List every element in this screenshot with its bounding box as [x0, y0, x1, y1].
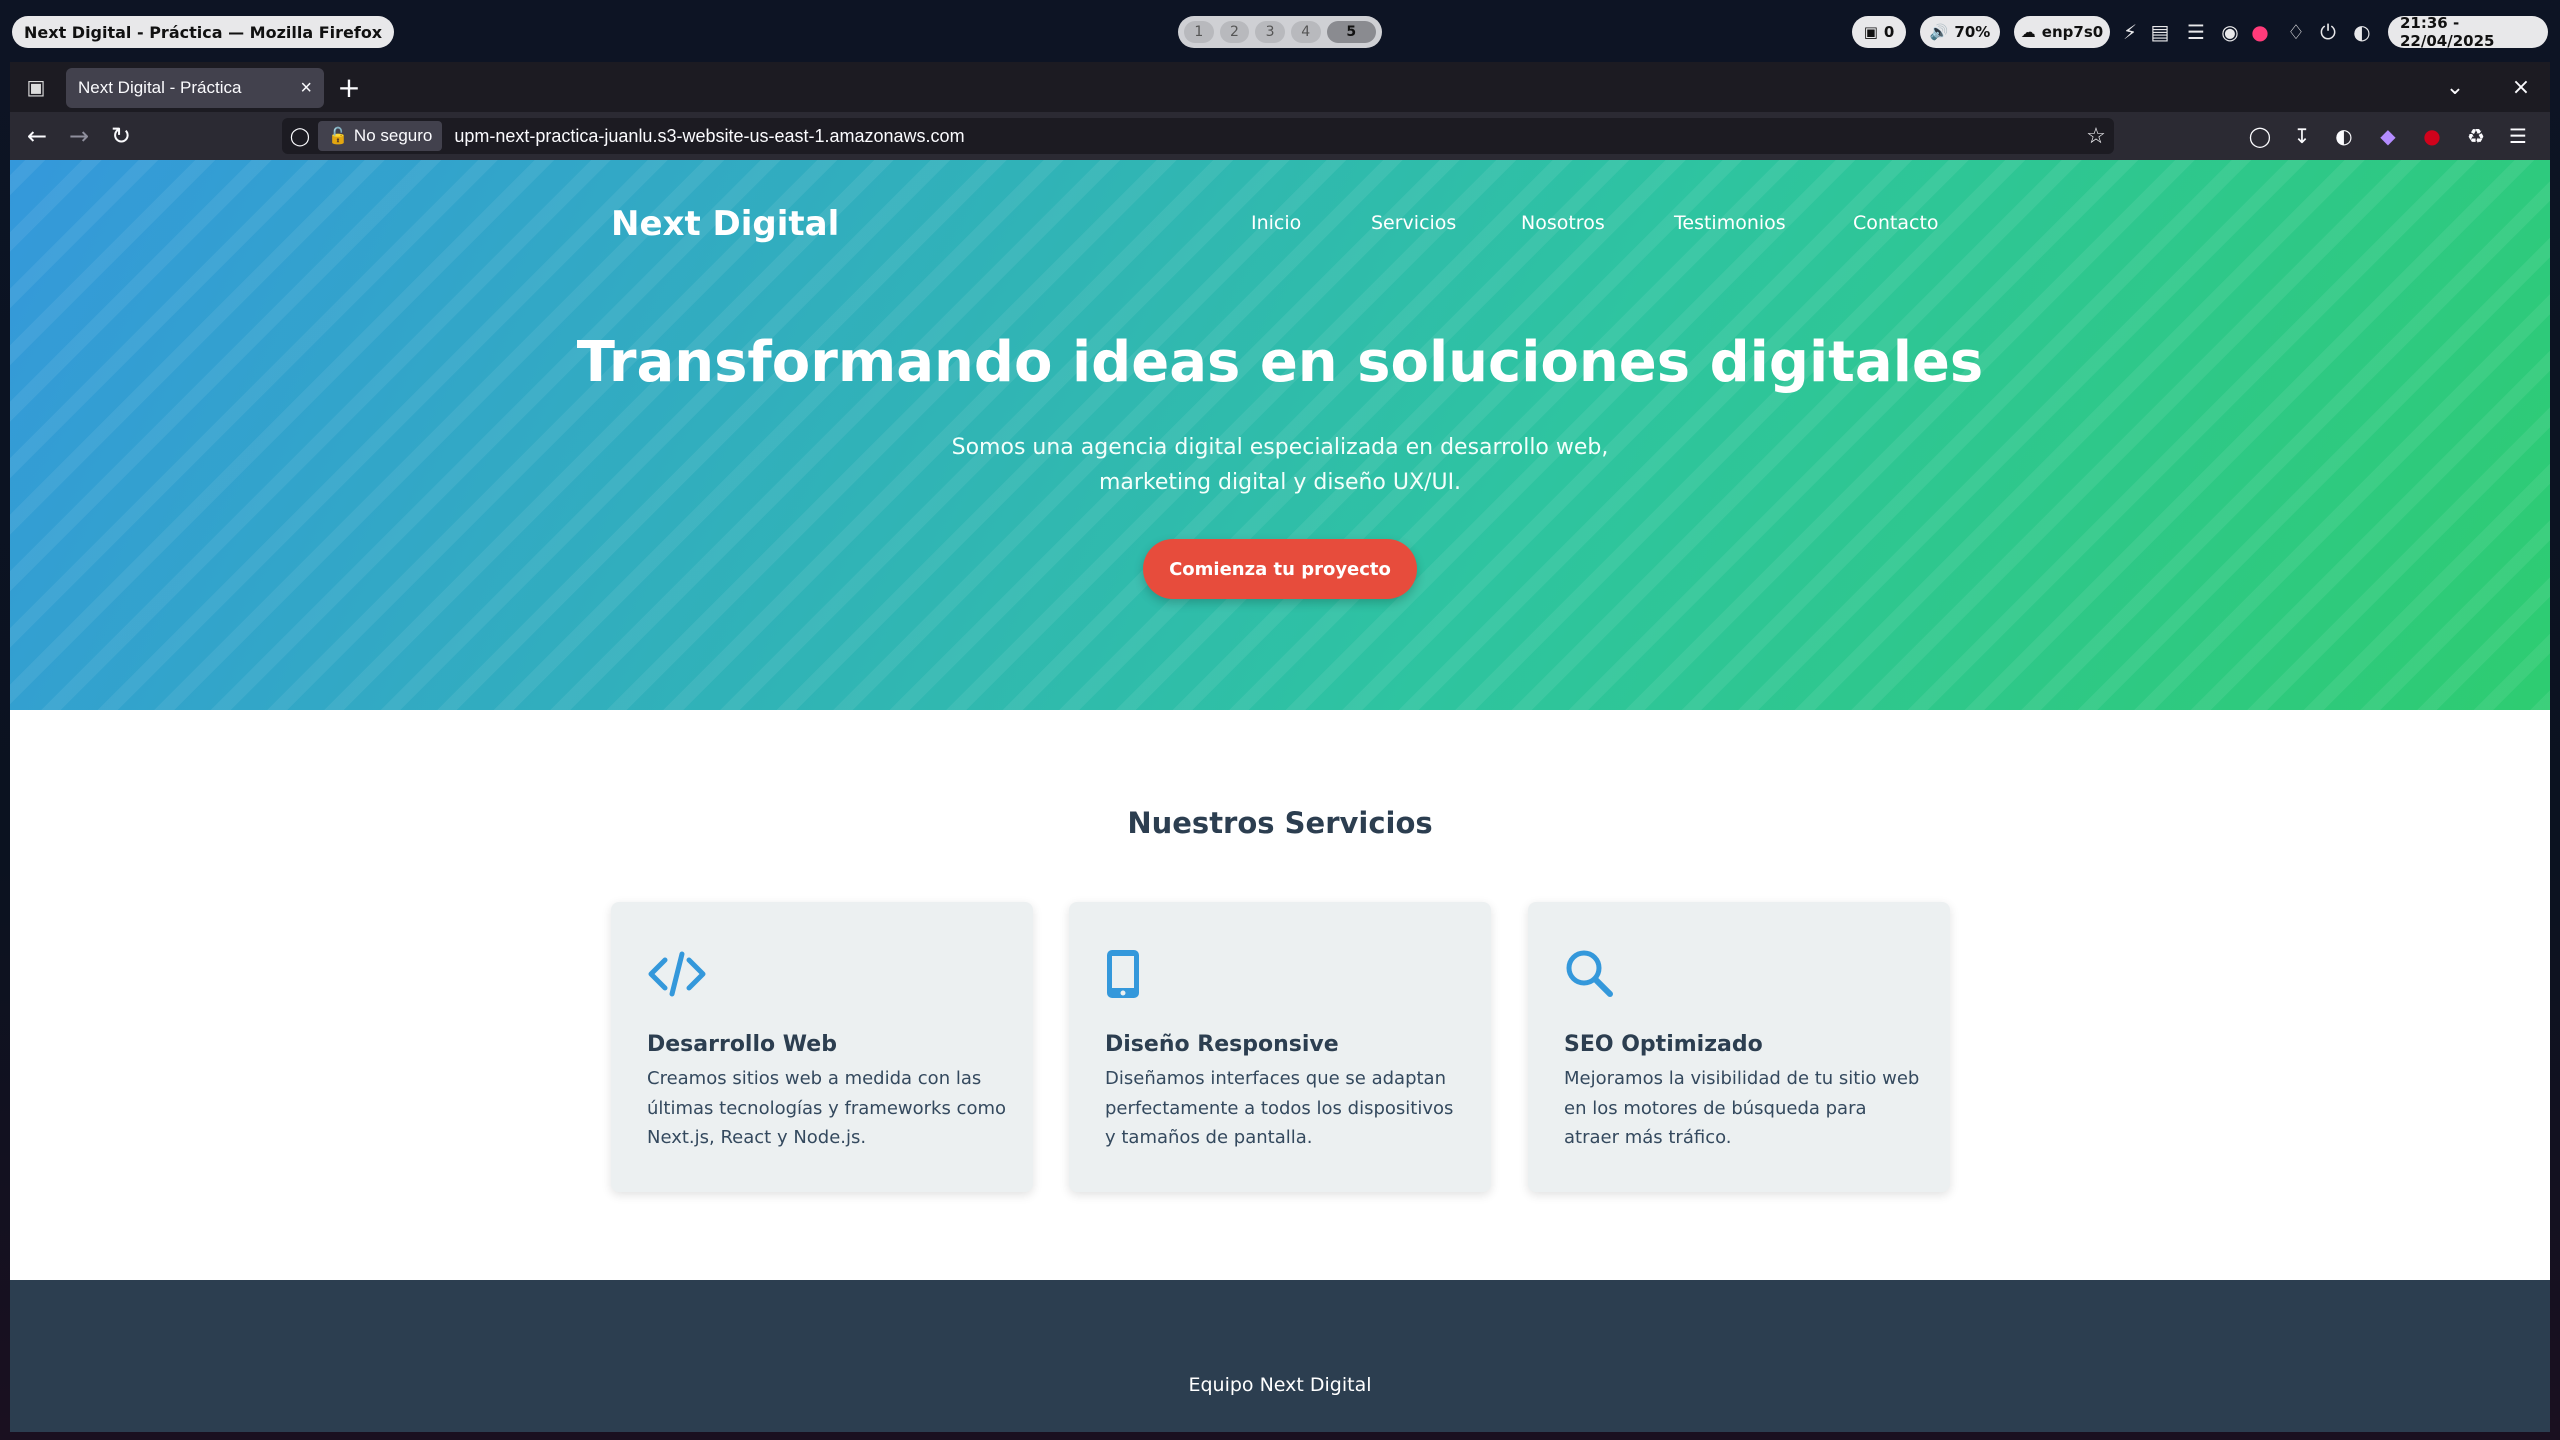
services-title: Nuestros Servicios: [1127, 806, 1433, 840]
security-label: No seguro: [353, 126, 433, 145]
network-indicator[interactable]: ☁ enp7s0: [2014, 16, 2110, 48]
notifications-indicator[interactable]: ▣ 0: [1852, 16, 1906, 48]
app-menu-icon[interactable]: ☰: [2504, 122, 2532, 150]
bell-icon[interactable]: ♢: [2282, 16, 2310, 48]
firefox-window: ▣ Next Digital - Práctica × + ⌄ × ← → ↻ …: [10, 62, 2550, 1432]
close-tab-icon[interactable]: ×: [300, 77, 312, 100]
service-title: Desarrollo Web: [647, 1032, 837, 1057]
nav-link-contacto[interactable]: Contacto: [1853, 212, 1939, 234]
tab-next-digital[interactable]: Next Digital - Práctica ×: [66, 68, 324, 108]
footer-credit: Equipo Next Digital: [1188, 1374, 1372, 1396]
site-security-indicator[interactable]: 🔓 No seguro: [318, 121, 443, 151]
service-card-web-development: Desarrollo Web Creamos sitios web a medi…: [611, 902, 1033, 1192]
bell-badge-icon: ▣: [1863, 23, 1878, 41]
network-name: enp7s0: [2041, 23, 2104, 41]
workspace-3[interactable]: 3: [1255, 21, 1285, 43]
app-tray-icon[interactable]: ●: [2246, 16, 2274, 48]
extension-diamond-icon[interactable]: ◆: [2374, 122, 2402, 150]
theme-toggle-icon[interactable]: ◐: [2348, 16, 2376, 48]
downloads-icon[interactable]: ↧: [2288, 122, 2316, 150]
workspace-2[interactable]: 2: [1219, 21, 1250, 43]
navigation-toolbar: ← → ↻ ◯ 🔓 No seguro upm-next-practica-ju…: [10, 112, 2550, 160]
service-card-seo: SEO Optimizado Mejoramos la visibilidad …: [1528, 902, 1950, 1192]
service-description: Mejoramos la visibilidad de tu sitio web…: [1564, 1068, 1920, 1148]
ublock-origin-icon[interactable]: ●: [2418, 122, 2446, 150]
notifications-count: 0: [1883, 23, 1895, 41]
start-project-button[interactable]: Comienza tu proyecto: [1143, 539, 1417, 599]
layers-icon[interactable]: ☰: [2182, 16, 2210, 48]
back-button[interactable]: ←: [22, 121, 52, 151]
code-icon: [648, 951, 706, 997]
close-window-icon[interactable]: ×: [2506, 72, 2536, 102]
workspace-5[interactable]: 5: [1326, 21, 1376, 43]
workspace-switcher: 1 2 3 4 5: [1178, 16, 1382, 48]
site-footer: Equipo Next Digital: [10, 1280, 2550, 1432]
clock[interactable]: 21:36 - 22/04/2025: [2388, 14, 2548, 50]
workspace-4[interactable]: 4: [1290, 21, 1321, 43]
page-viewport: Next Digital Inicio Servicios Nosotros T…: [10, 160, 2550, 1432]
workspace-1[interactable]: 1: [1184, 21, 1214, 43]
hero-title: Transformando ideas en soluciones digita…: [576, 330, 1984, 395]
reload-button[interactable]: ↻: [106, 121, 136, 151]
dark-mode-extension-icon[interactable]: ◐: [2330, 122, 2358, 150]
window-title: Next Digital - Práctica — Mozilla Firefo…: [12, 16, 395, 48]
mobile-icon: [1107, 950, 1139, 998]
power-icon[interactable]: ⏻: [2314, 16, 2342, 48]
extensions-puzzle-icon[interactable]: ♻: [2462, 122, 2490, 150]
hero-subtitle: Somos una agencia digital especializada …: [951, 435, 1609, 495]
system-bar: Next Digital - Práctica — Mozilla Firefo…: [0, 0, 2560, 62]
speaker-icon: 🔊: [1929, 23, 1949, 41]
pocket-icon[interactable]: ◯: [2246, 122, 2274, 150]
service-description: Diseñamos interfaces que se adaptan perf…: [1105, 1068, 1454, 1148]
service-card-responsive-design: Diseño Responsive Diseñamos interfaces q…: [1069, 902, 1491, 1192]
nav-link-inicio[interactable]: Inicio: [1251, 212, 1301, 234]
forward-button[interactable]: →: [64, 121, 94, 151]
tab-title: Next Digital - Práctica: [78, 78, 242, 97]
list-tabs-chevron-icon[interactable]: ⌄: [2440, 72, 2470, 102]
service-title: Diseño Responsive: [1105, 1032, 1339, 1057]
new-tab-button[interactable]: +: [334, 71, 364, 104]
hero-section: Next Digital Inicio Servicios Nosotros T…: [10, 160, 2550, 710]
tracking-protection-icon[interactable]: ◯: [282, 126, 318, 147]
url-text[interactable]: upm-next-practica-juanlu.s3-website-us-e…: [454, 126, 2078, 147]
stats-icon[interactable]: ▤: [2146, 16, 2174, 48]
nav-link-servicios[interactable]: Servicios: [1371, 212, 1456, 234]
service-description: Creamos sitios web a medida con las últi…: [647, 1068, 1007, 1148]
volume-level: 70%: [1954, 23, 1991, 41]
search-icon: [1566, 950, 1613, 997]
service-title: SEO Optimizado: [1564, 1032, 1763, 1057]
network-icon: ☁: [2020, 23, 2036, 41]
tab-overview-icon[interactable]: ▣: [22, 73, 50, 101]
tab-bar: ▣ Next Digital - Práctica × + ⌄ ×: [10, 62, 2550, 112]
nav-link-testimonios[interactable]: Testimonios: [1674, 212, 1786, 234]
address-bar[interactable]: ◯ 🔓 No seguro upm-next-practica-juanlu.s…: [282, 118, 2114, 154]
power-profile-icon[interactable]: ⚡: [2116, 16, 2144, 48]
site-logo[interactable]: Next Digital: [611, 204, 839, 244]
volume-indicator[interactable]: 🔊 70%: [1920, 16, 2000, 48]
bookmark-star-icon[interactable]: ☆: [2078, 123, 2114, 149]
insecure-lock-icon: 🔓: [328, 128, 348, 145]
discord-icon[interactable]: ◉: [2216, 16, 2244, 48]
nav-link-nosotros[interactable]: Nosotros: [1521, 212, 1605, 234]
